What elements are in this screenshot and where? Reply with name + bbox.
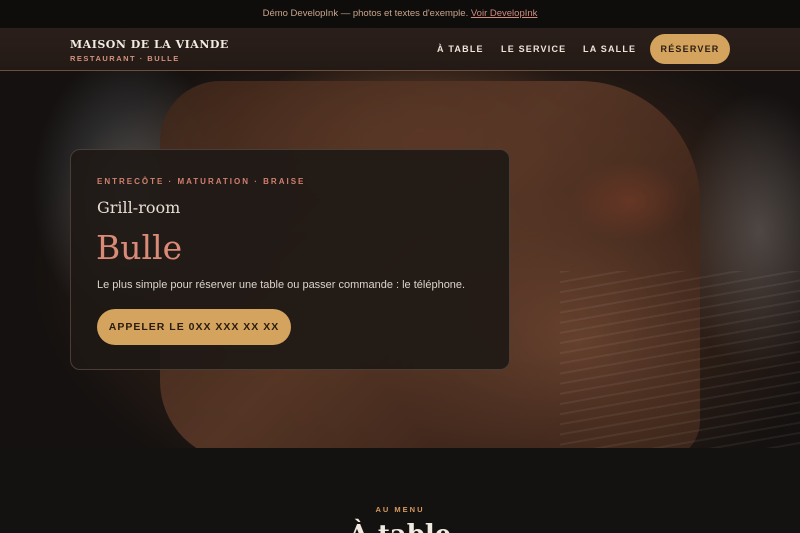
- demo-banner-link[interactable]: Voir DevelopInk: [471, 8, 538, 19]
- demo-banner-text: Démo DevelopInk — photos et textes d'exe…: [262, 8, 469, 19]
- brand-tagline: RESTAURANT · BULLE: [70, 54, 180, 63]
- brand[interactable]: MAISON DE LA VIANDE RESTAURANT · BULLE: [70, 38, 229, 63]
- hero-text: Le plus simple pour réserver une table o…: [97, 279, 466, 291]
- site-header: MAISON DE LA VIANDE RESTAURANT · BULLE À…: [0, 28, 800, 71]
- hero-eyebrow: ENTRECÔTE · MATURATION · BRAISE: [97, 177, 306, 186]
- menu-title: À table: [0, 520, 800, 533]
- nav-item-le-service[interactable]: LE SERVICE: [501, 28, 566, 71]
- menu-eyebrow: AU MENU: [375, 505, 425, 514]
- hero-card: ENTRECÔTE · MATURATION · BRAISE Grill-ro…: [70, 149, 510, 370]
- nav-item-a-table[interactable]: À TABLE: [437, 28, 484, 71]
- nav-item-la-salle[interactable]: LA SALLE: [583, 28, 636, 71]
- hero-subtitle: Grill-room: [97, 198, 181, 217]
- menu-section: AU MENU À table: [0, 448, 800, 533]
- hero-title: Bulle: [96, 228, 183, 267]
- call-button[interactable]: APPELER LE 0XX XXX XX XX: [97, 309, 291, 345]
- reserve-button[interactable]: RÉSERVER: [650, 34, 730, 64]
- brand-name: MAISON DE LA VIANDE: [70, 38, 229, 51]
- grill-texture: [560, 271, 800, 448]
- demo-banner: Démo DevelopInk — photos et textes d'exe…: [0, 0, 800, 28]
